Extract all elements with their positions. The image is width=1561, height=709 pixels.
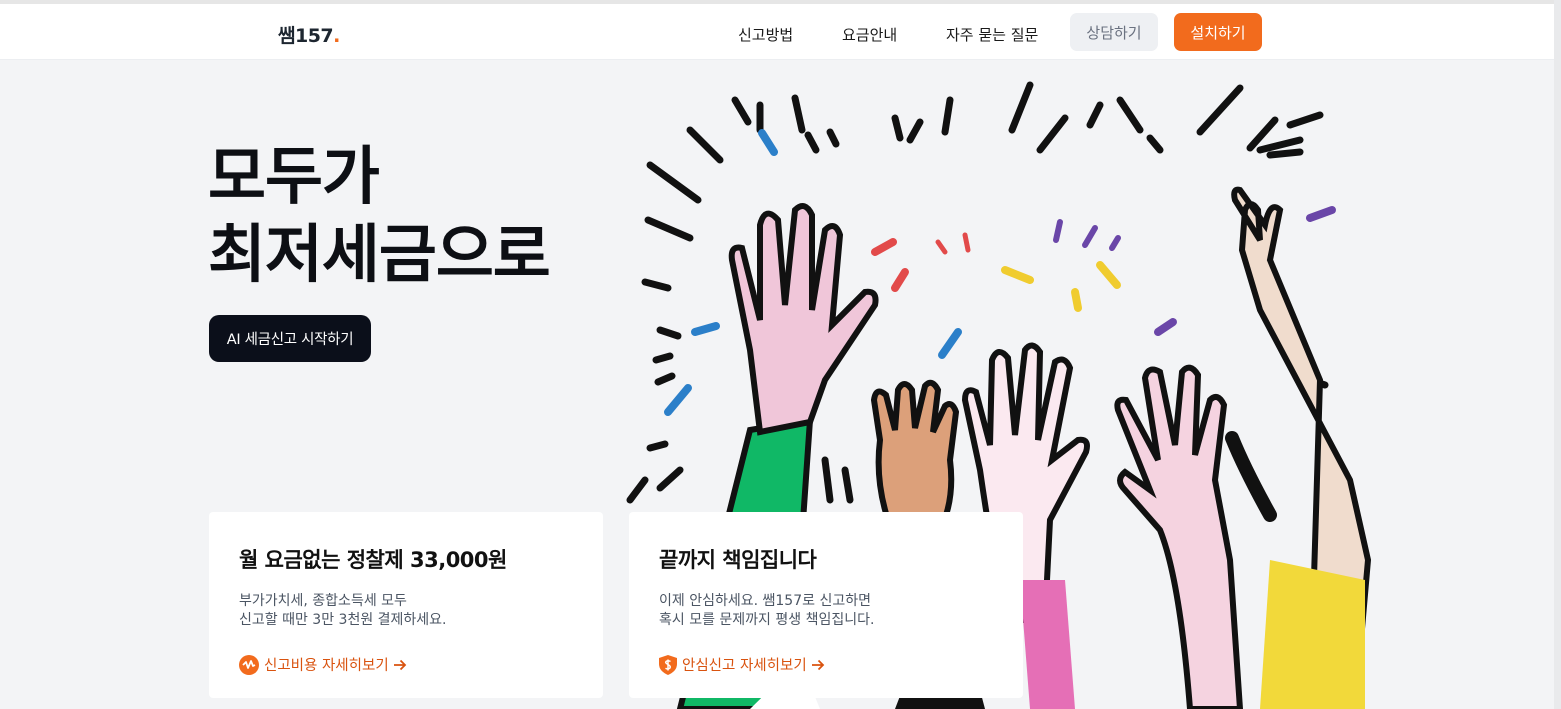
- pricing-card: 월 요금없는 정찰제 33,000원 부가가치세, 종합소득세 모두 신고할 때…: [209, 512, 603, 698]
- shield-icon: [659, 654, 677, 675]
- hero-title-line1: 모두가: [208, 140, 380, 213]
- guarantee-details-link[interactable]: 안심신고 자세히보기: [659, 654, 825, 675]
- guarantee-card-desc-line1: 이제 안심하세요. 쌤157로 신고하면: [659, 593, 871, 609]
- pricing-details-label: 신고비용 자세히보기: [264, 658, 389, 674]
- site-logo[interactable]: 쌤157.: [278, 21, 340, 48]
- guarantee-details-label: 안심신고 자세히보기: [682, 658, 807, 674]
- pricing-card-desc-line2: 신고할 때만 3만 3천원 결제하세요.: [239, 612, 447, 628]
- guarantee-card: 끝까지 책임집니다 이제 안심하세요. 쌤157로 신고하면 혹시 모를 문제까…: [629, 512, 1023, 698]
- pricing-card-title: 월 요금없는 정찰제 33,000원: [239, 548, 507, 572]
- install-button[interactable]: 설치하기: [1174, 13, 1262, 51]
- scrollbar-track[interactable]: [1554, 0, 1561, 709]
- arrow-right-icon: [393, 658, 407, 672]
- nav-faq[interactable]: 자주 묻는 질문: [946, 24, 1038, 45]
- start-ai-tax-filing-button[interactable]: AI 세금신고 시작하기: [209, 315, 371, 362]
- hero-title-line2: 최저세금으로: [208, 218, 551, 291]
- pricing-card-description: 부가가치세, 종합소득세 모두 신고할 때만 3만 3천원 결제하세요.: [239, 592, 447, 630]
- hero-title: 모두가 최저세금으로: [208, 138, 551, 294]
- guarantee-card-description: 이제 안심하세요. 쌤157로 신고하면 혹시 모를 문제까지 평생 책임집니다…: [659, 592, 874, 630]
- price-tag-icon: [239, 654, 259, 675]
- nav-report-method[interactable]: 신고방법: [738, 24, 793, 45]
- pricing-card-desc-line1: 부가가치세, 종합소득세 모두: [239, 593, 407, 609]
- site-header: 쌤157. 신고방법 요금안내 자주 묻는 질문 상담하기 설치하기: [0, 4, 1561, 60]
- logo-text: 쌤157: [278, 25, 334, 47]
- consult-button[interactable]: 상담하기: [1070, 13, 1158, 51]
- guarantee-card-title: 끝까지 책임집니다: [659, 548, 817, 572]
- pricing-details-link[interactable]: 신고비용 자세히보기: [239, 654, 407, 675]
- nav-pricing[interactable]: 요금안내: [842, 24, 897, 45]
- arrow-right-icon: [811, 658, 825, 672]
- guarantee-card-desc-line2: 혹시 모를 문제까지 평생 책임집니다.: [659, 612, 875, 628]
